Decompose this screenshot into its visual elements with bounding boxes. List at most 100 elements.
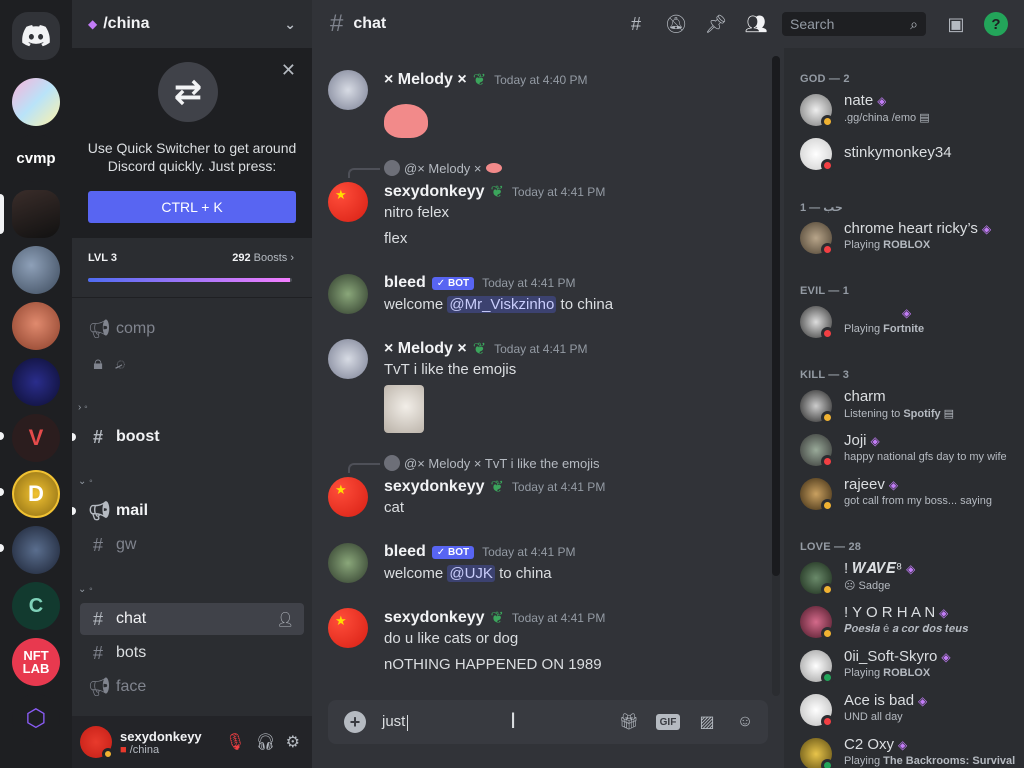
avatar[interactable] [328,70,368,110]
cat-image[interactable] [384,385,424,433]
server-c[interactable]: C [12,582,60,630]
chevron-down-icon[interactable]: ⌄ [284,16,296,33]
category-collapsed[interactable]: › ◦ [78,402,88,413]
pin-icon[interactable]: 📌︎ [704,12,728,36]
status-dnd-icon [821,715,834,728]
quick-switcher-text: Use Quick Switcher to get around Discord… [72,139,312,175]
server-valorant[interactable]: V [12,414,60,462]
quick-switcher-button[interactable]: CTRL + K [88,191,296,223]
member-item[interactable]: stinkymonkey34 [800,134,1020,174]
server-nft-lab[interactable]: NFT LAB [12,638,60,686]
member-list: GOD — 2 nate ◈ .gg/china /emo ▤ stinkymon… [784,48,1024,768]
activity-prefix: Playing [844,667,884,679]
server-avatar-5[interactable] [12,302,60,350]
member-status: got call from my boss... saying [844,495,992,507]
avatar[interactable]: ★ [328,477,368,517]
notification-bell-muted-icon[interactable]: 🔕︎ [664,12,688,36]
avatar[interactable] [328,543,368,583]
gift-icon[interactable]: 🎁︎ [618,711,640,733]
boost-progress[interactable]: LVL 3 292 Boosts › [72,238,312,298]
author-name[interactable]: bleed [384,274,426,292]
user-names[interactable]: sexydonkeyy ■ /china [120,729,202,756]
channel-bots[interactable]: # bots [80,637,304,669]
message-scrollbar[interactable] [772,56,780,696]
server-chain[interactable]: ⬡ [12,694,60,742]
channel-face[interactable]: 📢︎ face [80,671,304,703]
server-anime[interactable] [12,526,60,574]
mute-mic-icon[interactable]: 🎙︎ [225,732,245,752]
author-name[interactable]: bleed [384,543,426,561]
author-name[interactable]: sexydonkeyy [384,609,485,627]
server-china[interactable] [12,190,60,238]
inbox-icon[interactable]: ▣ [944,12,968,36]
gif-icon[interactable]: GIF [656,714,680,730]
member-item[interactable]: ◈ Playing Fortnite [800,302,1020,342]
member-item[interactable]: 0ii_Soft-Skyro ◈ Playing ROBLOX [800,646,1020,686]
server-avatar-4[interactable] [12,246,60,294]
channel-comp[interactable]: 📢︎ comp [80,313,304,345]
message-text: do u like cats or dog [384,630,519,647]
author-name[interactable]: × Melody × [384,71,467,89]
channel-gw[interactable]: # gw [80,529,304,561]
member-item[interactable]: ! 𝑾𝑨𝑽𝑬⁸ ◈ ☹ Sadge [800,558,1020,598]
member-list-icon[interactable]: 👥︎ [744,12,768,36]
member-item[interactable]: rajeev ◈ got call from my boss... saying [800,474,1020,514]
add-attachment-icon[interactable]: + [344,711,366,733]
sticker-icon[interactable]: ▨ [696,711,718,733]
channel-chat[interactable]: # chat 👤︎ [80,603,304,635]
member-item[interactable]: chrome heart ricky’s ◈ Playing ROBLOX [800,218,1020,258]
author-name[interactable]: × Melody × [384,340,467,358]
member-name-text: ! 𝑾𝑨𝑽𝑬⁸ [844,560,903,577]
member-item[interactable]: charm Listening to Spotify ▤ [800,386,1020,426]
author-name[interactable]: sexydonkeyy [384,183,485,201]
server-avatar-6[interactable] [12,358,60,406]
avatar[interactable] [328,339,368,379]
avatar[interactable]: ★ [328,608,368,648]
channel-boost[interactable]: # boost [80,421,304,453]
author-name[interactable]: sexydonkeyy [384,478,485,496]
timestamp: Today at 4:41 PM [494,342,588,356]
user-mention[interactable]: @UJK [447,565,495,582]
user-mention[interactable]: @Mr_Viskzinho [447,296,557,313]
headphones-icon[interactable]: 🎧︎ [255,732,275,752]
threads-icon[interactable]: #︎ [624,12,648,36]
activity-prefix: Playing [844,323,884,335]
avatar[interactable] [328,274,368,314]
channel-locked[interactable]: 🔒︎𐨆𐨆𐨆 [80,347,304,379]
boost-count-value: 292 [232,252,251,264]
member-name-text: rajeev [844,476,885,493]
help-icon[interactable]: ? [984,12,1008,36]
status-idle-icon [821,583,834,596]
emoji-icon[interactable]: ☺ [734,711,756,733]
search-input[interactable]: Search ⌕ [782,12,926,36]
user-avatar[interactable] [80,726,114,760]
member-item[interactable]: Joji ◈ happy national gfs day to my wife [800,430,1020,470]
server-header[interactable]: ◆ /china ⌄ [72,0,312,48]
selected-server-pill [0,194,4,234]
category-expanded[interactable]: ⌄ ◦ [78,476,93,487]
pink-blob-emoji [485,163,502,173]
status-dnd-icon [821,159,834,172]
member-item[interactable]: C2 Oxy ◈ Playing The Backrooms: Survival [800,734,1020,768]
server-cvmp[interactable]: cvmp [12,134,60,182]
close-icon[interactable]: ✕ [281,60,296,81]
server-rail: cvmp V D C NFT LAB ⬡ [0,0,72,768]
channel-mail[interactable]: 📢︎ mail [80,495,304,527]
discord-home-button[interactable] [12,12,60,60]
server-d[interactable]: D [12,470,60,518]
boost-gem-icon: ◈ [902,306,912,320]
boost-gem-icon: ◈ [981,222,992,236]
settings-gear-icon[interactable]: ⚙︎ [286,732,300,752]
reply-preview[interactable]: @× Melody × [348,160,502,178]
member-item[interactable]: ! Y O R H A N ◈ 𝑷𝒐𝒆𝒔𝒊𝒂 é 𝒂 𝒄𝒐𝒓 𝒅𝒐𝒔 𝒕𝒆𝒖𝒔 [800,602,1020,642]
reply-preview[interactable]: @× Melody × TvT i like the emojis [348,455,600,473]
timestamp: Today at 4:41 PM [482,276,576,290]
member-item[interactable]: nate ◈ .gg/china /emo ▤ [800,90,1020,130]
server-gay-irl[interactable] [12,78,60,126]
message-input[interactable]: just [382,713,409,731]
scrollbar-thumb[interactable] [772,56,780,576]
category-expanded[interactable]: ⌄ ◦ [78,584,93,595]
member-item[interactable]: Ace is bad ◈ UND all day [800,690,1020,730]
add-member-icon[interactable]: 👤︎ [276,611,294,628]
avatar[interactable]: ★ [328,182,368,222]
